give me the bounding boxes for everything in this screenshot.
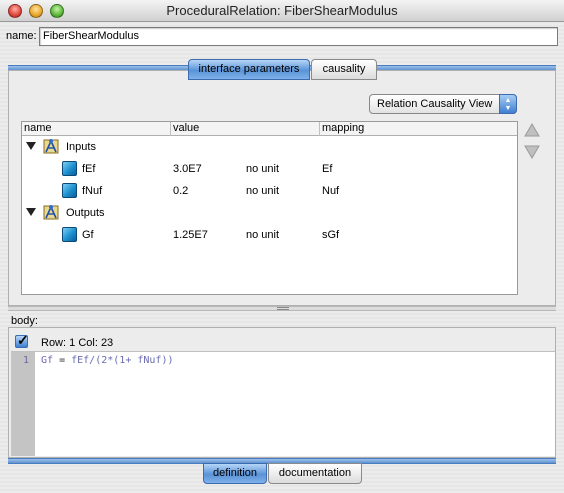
tab-documentation[interactable]: documentation xyxy=(268,463,362,484)
param-mapping: Ef xyxy=(322,163,333,175)
disclosure-triangle-icon[interactable] xyxy=(26,142,36,150)
relation-group-icon xyxy=(43,139,59,154)
code-token: Gf xyxy=(41,355,54,366)
param-name: fEf xyxy=(82,163,96,175)
column-header-value[interactable]: value xyxy=(173,122,199,135)
param-value[interactable]: 1.25E7 xyxy=(173,229,208,241)
grip-icon[interactable] xyxy=(277,307,289,310)
code-token: fNuf xyxy=(137,355,162,366)
name-input[interactable]: FiberShearModulus xyxy=(39,27,558,46)
table-row[interactable]: fEf 3.0E7 no unit Ef xyxy=(22,158,517,180)
parameters-table: name value mapping Inputs fEf 3.0E7 no u… xyxy=(21,121,518,295)
tab-interface-parameters[interactable]: interface parameters xyxy=(188,59,310,80)
parameter-cube-icon xyxy=(62,183,77,198)
column-divider xyxy=(170,122,171,136)
code-token: )) xyxy=(161,355,174,366)
param-name: fNuf xyxy=(82,185,103,197)
param-unit[interactable]: no unit xyxy=(246,229,279,241)
move-up-icon[interactable] xyxy=(524,123,540,137)
table-row[interactable]: Outputs xyxy=(22,202,517,224)
view-select-value: Relation Causality View xyxy=(377,98,493,110)
row-label: Row: xyxy=(41,337,67,349)
param-value[interactable]: 3.0E7 xyxy=(173,163,202,175)
column-header-mapping[interactable]: mapping xyxy=(322,122,364,135)
param-value[interactable]: 0.2 xyxy=(173,185,188,197)
view-select[interactable]: Relation Causality View ▲ ▼ xyxy=(369,94,517,114)
param-unit[interactable]: no unit xyxy=(246,163,279,175)
param-mapping: Nuf xyxy=(322,185,340,197)
body-label: body: xyxy=(11,315,38,327)
code-line[interactable]: Gf = fEf/(2*(1+ fNuf)) xyxy=(41,355,174,366)
param-unit[interactable]: no unit xyxy=(246,185,279,197)
table-header: name value mapping xyxy=(22,122,517,136)
parameter-cube-icon xyxy=(62,227,77,242)
code-editor[interactable]: 1 Gf = fEf/(2*(1+ fNuf)) xyxy=(11,351,555,456)
code-token: *( xyxy=(107,355,120,366)
table-row[interactable]: Inputs xyxy=(22,136,517,158)
disclosure-triangle-icon[interactable] xyxy=(26,208,36,216)
code-token: = xyxy=(53,355,72,366)
move-down-icon[interactable] xyxy=(524,145,540,159)
param-mapping: sGf xyxy=(322,229,340,241)
name-label: name: xyxy=(6,30,37,42)
tab-definition[interactable]: definition xyxy=(203,463,267,484)
col-value: 23 xyxy=(100,337,114,349)
group-label-outputs: Outputs xyxy=(66,207,105,219)
parameter-cube-icon xyxy=(62,161,77,176)
group-label-inputs: Inputs xyxy=(66,141,96,153)
col-label: Col: xyxy=(78,337,98,349)
tab-causality[interactable]: causality xyxy=(311,59,377,80)
code-token: fEf xyxy=(71,355,90,366)
param-name: Gf xyxy=(82,229,94,241)
line-number: 1 xyxy=(23,355,30,366)
cursor-position: Row: 1 Col: 23 xyxy=(41,337,113,349)
title-bar[interactable]: ProceduralRelation: FiberShearModulus xyxy=(0,0,564,22)
column-header-name[interactable]: name xyxy=(24,122,52,135)
table-row[interactable]: fNuf 0.2 no unit Nuf xyxy=(22,180,517,202)
table-row[interactable]: Gf 1.25E7 no unit sGf xyxy=(22,224,517,246)
window-title: ProceduralRelation: FiberShearModulus xyxy=(166,3,398,18)
body-checkbox[interactable]: ✓ xyxy=(15,332,29,348)
split-pane-divider[interactable] xyxy=(8,306,556,311)
code-token: /( xyxy=(89,355,102,366)
row-value: 1 xyxy=(69,337,76,349)
checkmark-icon: ✓ xyxy=(17,332,29,348)
line-gutter: 1 xyxy=(11,352,35,456)
code-token: + xyxy=(125,355,138,366)
select-arrows-icon: ▲ ▼ xyxy=(499,94,517,114)
window: ProceduralRelation: FiberShearModulus na… xyxy=(0,0,564,493)
relation-group-icon xyxy=(43,205,59,220)
column-divider xyxy=(319,122,320,136)
